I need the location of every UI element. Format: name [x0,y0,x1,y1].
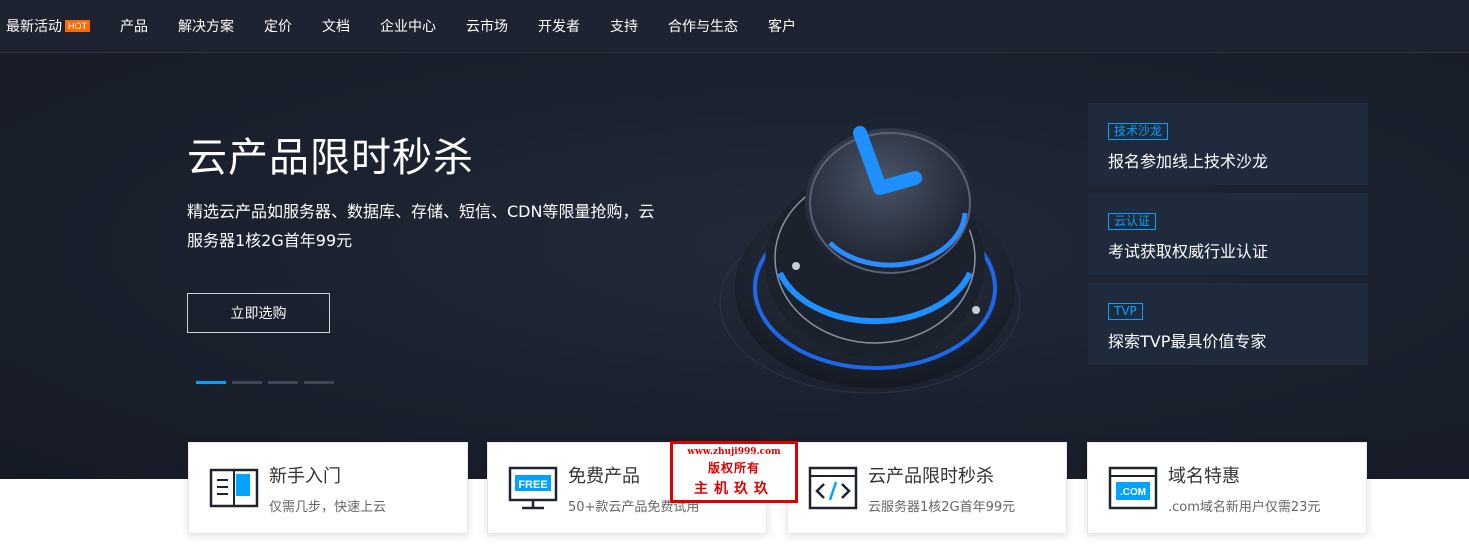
side-card-cloud-certification[interactable]: 云认证 考试获取权威行业认证 [1088,193,1368,275]
side-card-tvp[interactable]: TVP 探索TVP最具价值专家 [1088,283,1368,365]
buy-now-button[interactable]: 立即选购 [187,293,330,333]
nav-item-enterprise-center[interactable]: 企业中心 [380,16,436,36]
domain-com-icon: .COM [1108,466,1158,510]
code-window-icon [808,466,858,510]
hot-badge: HOT [65,20,90,32]
side-card-tag: 云认证 [1108,213,1157,230]
nav-item-partners[interactable]: 合作与生态 [668,16,738,36]
side-card-text: 考试获取权威行业认证 [1108,242,1269,261]
free-label: FREE [518,479,547,491]
nav-item-support[interactable]: 支持 [610,16,638,36]
carousel-dot-3[interactable] [268,381,298,384]
hero-banner: 云产品限时秒杀 精选云产品如服务器、数据库、存储、短信、CDN等限量抢购，云服务… [0,53,1469,479]
carousel-dot-1[interactable] [196,381,226,384]
nav-item-pricing[interactable]: 定价 [264,16,292,36]
quick-link-subtitle: 仅需几步，快速上云 [269,499,387,515]
nav-item-latest-activities[interactable]: 最新活动 HOT [6,16,90,36]
quick-link-domain-offer[interactable]: .COM 域名特惠 .com域名新用户仅需23元 [1087,442,1367,534]
nav-item-marketplace[interactable]: 云市场 [466,16,508,36]
quick-link-subtitle: 云服务器1核2G首年99元 [868,499,1016,515]
carousel-dot-4[interactable] [304,381,334,384]
hero-title: 云产品限时秒杀 [187,135,474,181]
quick-link-getting-started[interactable]: 新手入门 仅需几步，快速上云 [188,442,468,534]
free-screen-icon: FREE [508,466,558,510]
nav-item-products[interactable]: 产品 [120,16,148,36]
top-navigation: 最新活动 HOT 产品 解决方案 定价 文档 企业中心 云市场 开发者 支持 合… [0,0,1469,53]
side-cards: 技术沙龙 报名参加线上技术沙龙 云认证 考试获取权威行业认证 TVP 探索TVP… [1088,103,1368,373]
clock-illustration-icon [719,126,1021,394]
book-icon [209,468,259,508]
carousel-dot-2[interactable] [232,381,262,384]
quick-link-subtitle: .com域名新用户仅需23元 [1168,499,1321,515]
watermark-stamp: www.zhuji999.com 版权所有 主机玖玖 [670,441,798,503]
side-card-tag: TVP [1108,303,1143,320]
carousel-indicators [196,381,334,384]
side-card-tag: 技术沙龙 [1108,123,1169,140]
nav-item-solutions[interactable]: 解决方案 [178,16,234,36]
quick-link-title: 域名特惠 [1168,465,1240,487]
watermark-copyright: 版权所有 [707,461,760,475]
com-label: .COM [1120,487,1146,498]
nav-item-label: 最新活动 [6,19,62,35]
quick-link-title: 云产品限时秒杀 [868,465,994,487]
hero-description: 精选云产品如服务器、数据库、存储、短信、CDN等限量抢购，云服务器1核2G首年9… [187,202,655,250]
quick-link-flash-sale[interactable]: 云产品限时秒杀 云服务器1核2G首年99元 [787,442,1067,534]
side-card-tech-salon[interactable]: 技术沙龙 报名参加线上技术沙龙 [1088,103,1368,185]
nav-item-developers[interactable]: 开发者 [538,16,580,36]
side-card-text: 探索TVP最具价值专家 [1108,332,1267,351]
watermark-name: 主机玖玖 [694,481,774,497]
quick-link-title: 新手入门 [269,465,341,487]
nav-item-customers[interactable]: 客户 [768,16,796,36]
side-card-text: 报名参加线上技术沙龙 [1108,152,1269,171]
nav-item-docs[interactable]: 文档 [322,16,350,36]
watermark-url: www.zhuji999.com [687,447,781,457]
